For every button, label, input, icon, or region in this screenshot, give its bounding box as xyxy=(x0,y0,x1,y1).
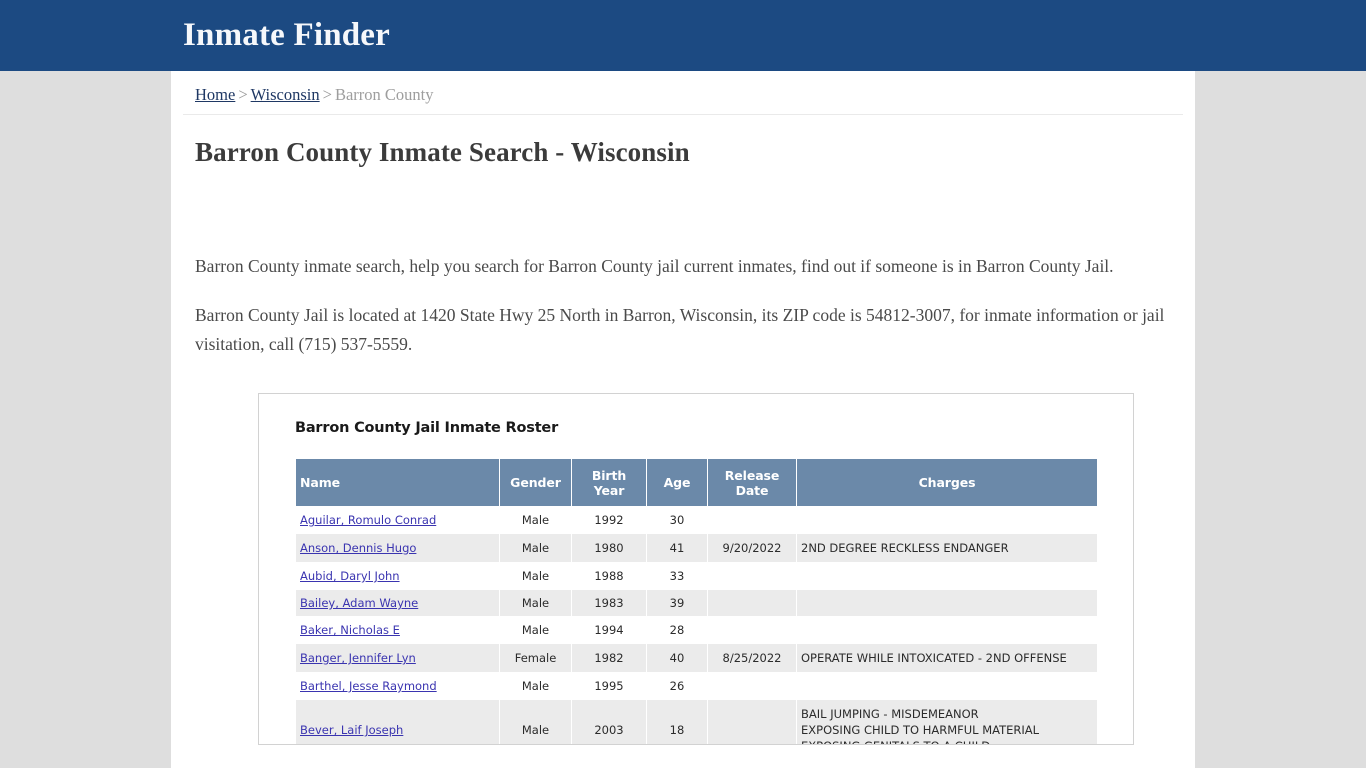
column-header-charges[interactable]: Charges xyxy=(797,459,1097,506)
column-header-age[interactable]: Age xyxy=(647,459,707,506)
cell-name: Barthel, Jesse Raymond xyxy=(296,673,499,699)
table-row: Aubid, Daryl John Male 1988 33 xyxy=(296,563,1097,589)
site-title: Inmate Finder xyxy=(183,17,390,53)
roster-header-row: Name Gender Birth Year Age Release Date … xyxy=(296,459,1097,506)
page-background: Home > Wisconsin > Barron County Barron Coun… xyxy=(0,71,1366,768)
table-row: Bever, Laif Joseph Male 2003 18 BAIL JUMPING… xyxy=(296,700,1097,744)
inmate-name-link[interactable]: Baker, Nicholas E xyxy=(300,623,400,637)
cell-charges xyxy=(797,673,1097,699)
cell-release-date xyxy=(708,617,796,643)
cell-birth-year: 2003 xyxy=(572,700,646,744)
cell-birth-year: 1995 xyxy=(572,673,646,699)
cell-age: 39 xyxy=(647,590,707,616)
cell-charges: BAIL JUMPING - MISDEMEANOR EXPOSING CHILD… xyxy=(797,700,1097,744)
table-row: Aguilar, Romulo Conrad Male 1992 30 xyxy=(296,507,1097,533)
site-header: Inmate Finder xyxy=(0,0,1366,71)
charge-line: EXPOSING CHILD TO HARMFUL MATERIAL xyxy=(801,723,1040,737)
charge-line: EXPOSING GENITALS TO A CHILD xyxy=(801,738,1093,744)
breadcrumb-link-home[interactable]: Home xyxy=(195,85,235,104)
inmate-name-link[interactable]: Aubid, Daryl John xyxy=(300,569,400,583)
table-row: Banger, Jennifer Lyn Female 1982 40 8/25/202… xyxy=(296,644,1097,672)
charge-line: OPERATE WHILE INTOXICATED - 2ND OFFENSE xyxy=(801,651,1067,665)
cell-release-date: 8/25/2022 xyxy=(708,644,796,672)
roster-box: Barron County Jail Inmate Roster Name Ge… xyxy=(258,393,1134,745)
cell-birth-year: 1994 xyxy=(572,617,646,643)
inmate-name-link[interactable]: Bailey, Adam Wayne xyxy=(300,596,418,610)
breadcrumb: Home > Wisconsin > Barron County xyxy=(183,71,1183,115)
cell-age: 26 xyxy=(647,673,707,699)
cell-gender: Male xyxy=(500,534,571,562)
breadcrumb-separator-1: > xyxy=(238,85,248,104)
cell-gender: Female xyxy=(500,644,571,672)
cell-charges: 2ND DEGREE RECKLESS ENDANGER xyxy=(797,534,1097,562)
breadcrumb-link-wisconsin[interactable]: Wisconsin xyxy=(251,85,320,104)
inmate-name-link[interactable]: Barthel, Jesse Raymond xyxy=(300,679,437,693)
page-title: Barron County Inmate Search - Wisconsin xyxy=(195,137,690,167)
cell-age: 40 xyxy=(647,644,707,672)
ad-slot xyxy=(183,168,1183,252)
cell-gender: Male xyxy=(500,563,571,589)
cell-birth-year: 1982 xyxy=(572,644,646,672)
table-row: Anson, Dennis Hugo Male 1980 41 9/20/2022 2ND… xyxy=(296,534,1097,562)
column-header-birth-year[interactable]: Birth Year xyxy=(572,459,646,506)
cell-release-date xyxy=(708,507,796,533)
cell-age: 30 xyxy=(647,507,707,533)
cell-birth-year: 1980 xyxy=(572,534,646,562)
cell-name: Aguilar, Romulo Conrad xyxy=(296,507,499,533)
roster-table-head: Name Gender Birth Year Age Release Date … xyxy=(296,459,1097,506)
cell-charges xyxy=(797,563,1097,589)
cell-age: 28 xyxy=(647,617,707,643)
cell-name: Banger, Jennifer Lyn xyxy=(296,644,499,672)
column-header-name[interactable]: Name xyxy=(296,459,499,506)
cell-charges xyxy=(797,590,1097,616)
cell-age: 33 xyxy=(647,563,707,589)
column-header-release-date[interactable]: Release Date xyxy=(708,459,796,506)
table-row: Bailey, Adam Wayne Male 1983 39 xyxy=(296,590,1097,616)
cell-gender: Male xyxy=(500,673,571,699)
cell-name: Baker, Nicholas E xyxy=(296,617,499,643)
cell-release-date xyxy=(708,673,796,699)
cell-birth-year: 1983 xyxy=(572,590,646,616)
cell-release-date: 9/20/2022 xyxy=(708,534,796,562)
cell-charges xyxy=(797,617,1097,643)
cell-name: Bailey, Adam Wayne xyxy=(296,590,499,616)
cell-age: 41 xyxy=(647,534,707,562)
cell-gender: Male xyxy=(500,590,571,616)
cell-name: Aubid, Daryl John xyxy=(296,563,499,589)
inmate-name-link[interactable]: Bever, Laif Joseph xyxy=(300,723,403,737)
cell-age: 18 xyxy=(647,700,707,744)
content-panel: Home > Wisconsin > Barron County Barron Coun… xyxy=(171,71,1195,768)
column-header-gender[interactable]: Gender xyxy=(500,459,571,506)
cell-charges: OPERATE WHILE INTOXICATED - 2ND OFFENSE xyxy=(797,644,1097,672)
table-row: Barthel, Jesse Raymond Male 1995 26 xyxy=(296,673,1097,699)
cell-name: Anson, Dennis Hugo xyxy=(296,534,499,562)
cell-gender: Male xyxy=(500,507,571,533)
inmate-name-link[interactable]: Banger, Jennifer Lyn xyxy=(300,651,416,665)
breadcrumb-separator-2: > xyxy=(322,85,332,104)
charge-line: BAIL JUMPING - MISDEMEANOR xyxy=(801,707,979,721)
cell-gender: Male xyxy=(500,617,571,643)
cell-charges xyxy=(797,507,1097,533)
inmate-name-link[interactable]: Anson, Dennis Hugo xyxy=(300,541,416,555)
cell-gender: Male xyxy=(500,700,571,744)
roster-table-body: Aguilar, Romulo Conrad Male 1992 30 Anson, D… xyxy=(296,507,1097,744)
roster-title: Barron County Jail Inmate Roster xyxy=(295,420,559,436)
table-row: Baker, Nicholas E Male 1994 28 xyxy=(296,617,1097,643)
charge-line: 2ND DEGREE RECKLESS ENDANGER xyxy=(801,541,1009,555)
inmate-name-link[interactable]: Aguilar, Romulo Conrad xyxy=(300,513,436,527)
cell-release-date xyxy=(708,590,796,616)
cell-name: Bever, Laif Joseph xyxy=(296,700,499,744)
cell-birth-year: 1988 xyxy=(572,563,646,589)
intro-paragraph-2: Barron County Jail is located at 1420 St… xyxy=(195,305,1165,354)
cell-release-date xyxy=(708,700,796,744)
cell-birth-year: 1992 xyxy=(572,507,646,533)
intro-paragraph-1: Barron County inmate search, help you se… xyxy=(195,256,1114,276)
breadcrumb-current: Barron County xyxy=(334,85,434,104)
inmate-roster-table: Name Gender Birth Year Age Release Date … xyxy=(295,458,1098,744)
cell-release-date xyxy=(708,563,796,589)
